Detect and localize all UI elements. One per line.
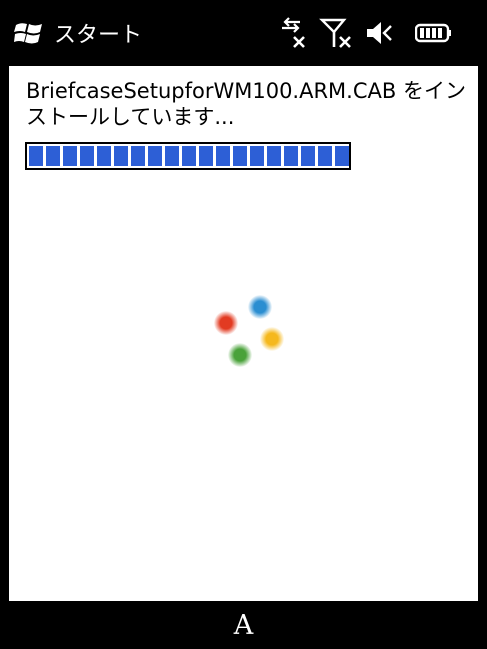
busy-dot-green (228, 343, 252, 367)
system-tray (277, 0, 487, 66)
no-signal-icon[interactable] (319, 16, 353, 50)
progress-segment (114, 146, 128, 166)
progress-segment (335, 146, 349, 166)
progress-segment (80, 146, 94, 166)
start-label: スタート (54, 23, 143, 48)
speaker-muted-icon[interactable] (365, 18, 395, 48)
progress-segment (148, 146, 162, 166)
progress-segment (182, 146, 196, 166)
progress-segment (199, 146, 213, 166)
bottom-bar: A (0, 601, 487, 649)
busy-dot-blue (248, 295, 272, 319)
progress-segment (216, 146, 230, 166)
busy-dot-red (214, 311, 238, 335)
busy-indicator-icon (214, 295, 284, 371)
install-status-message: BriefcaseSetupforWM100.ARM.CAB をインストールして… (26, 79, 466, 129)
input-panel-button[interactable]: A (234, 610, 254, 641)
progress-segment (46, 146, 60, 166)
status-bar: スタート (0, 0, 487, 66)
progress-segment (29, 146, 43, 166)
progress-segment (318, 146, 332, 166)
progress-segment (301, 146, 315, 166)
device-screen: スタート BriefcaseSetupforWM100.ARM.CAB をインス… (0, 0, 487, 649)
progress-segment (233, 146, 247, 166)
windows-logo-icon (14, 20, 44, 46)
progress-segment (63, 146, 77, 166)
progress-segment (267, 146, 281, 166)
progress-segment (250, 146, 264, 166)
progress-segment (97, 146, 111, 166)
install-progress-bar (25, 142, 351, 170)
start-button[interactable]: スタート (0, 0, 142, 66)
progress-segment (284, 146, 298, 166)
progress-segment (165, 146, 179, 166)
install-panel: BriefcaseSetupforWM100.ARM.CAB をインストールして… (9, 66, 478, 601)
progress-segment (131, 146, 145, 166)
battery-icon[interactable] (415, 22, 451, 44)
busy-dot-yellow (260, 327, 284, 351)
data-connection-icon[interactable] (277, 16, 309, 50)
